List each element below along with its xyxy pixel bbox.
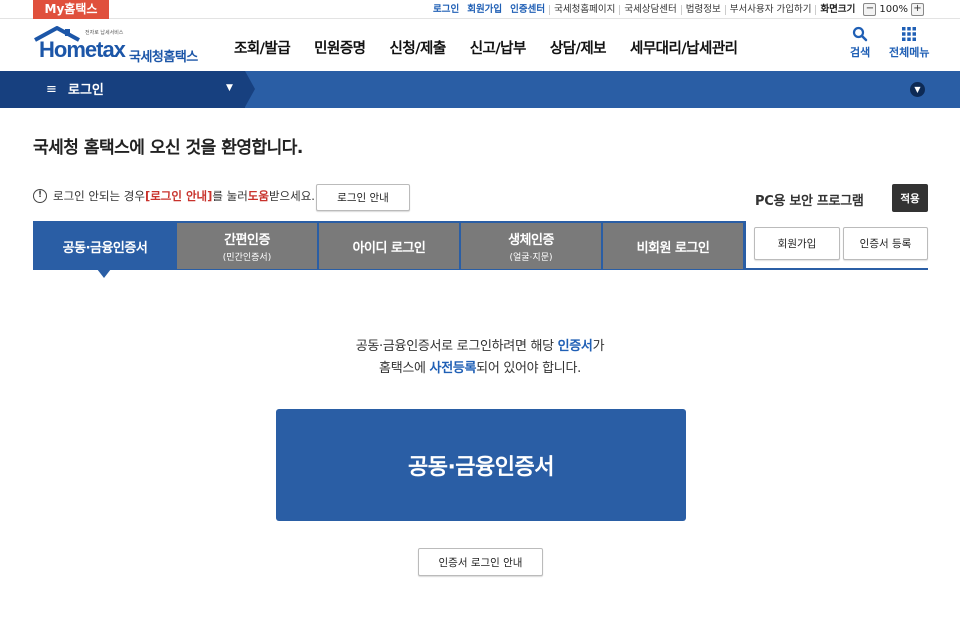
- zoom-in-button[interactable]: +: [911, 3, 924, 16]
- tab-biometric[interactable]: 생체인증 (얼굴·지문): [461, 223, 601, 269]
- header: 전자로 납세서비스 Hometax 국세청홈택스 조회/발급 민원증명 신청/제…: [0, 20, 960, 71]
- tab-label: 간편인증: [224, 233, 270, 248]
- desc-text: 공동·금융인증서로 로그인하려면 해당: [355, 339, 558, 354]
- nav-inquiry-issue[interactable]: 조회/발급: [234, 37, 291, 58]
- grid-menu-icon: [902, 27, 917, 41]
- tab-label: 공동·금융인증서: [62, 240, 148, 256]
- nav-apply-submit[interactable]: 신청/제출: [390, 37, 447, 58]
- utility-bar: My홈택스 로그인 회원가입 인증센터 국세청홈페이지 국세상담센터 법령정보 …: [0, 0, 960, 19]
- all-menu-label: 전체메뉴: [889, 46, 930, 59]
- login-help-notice: ! 로그인 안되는 경우 [로그인 안내] 를 눌러 도움 받으세요.: [33, 188, 315, 204]
- util-login-link[interactable]: 로그인: [429, 4, 463, 15]
- tab-label: 생체인증: [508, 233, 554, 248]
- search-label: 검색: [850, 46, 871, 59]
- search-button[interactable]: 검색: [850, 26, 870, 60]
- login-guide-button[interactable]: 로그인 안내: [316, 184, 410, 211]
- util-nts-home-link[interactable]: 국세청홈페이지: [549, 4, 619, 15]
- tab-simple-auth[interactable]: 간편인증 (민간인증서): [177, 223, 317, 269]
- tab-id-login[interactable]: 아이디 로그인: [319, 223, 459, 269]
- notice-text-post: 받으세요.: [268, 189, 315, 203]
- desc-highlight-cert: 인증서: [557, 339, 593, 354]
- all-menu-button[interactable]: 전체메뉴: [889, 26, 929, 60]
- util-law-info-link[interactable]: 법령정보: [680, 4, 725, 15]
- logo-tagline: 전자로 납세서비스: [85, 30, 124, 36]
- hometax-logo[interactable]: 전자로 납세서비스 Hometax 국세청홈택스: [33, 26, 203, 66]
- hamburger-icon: ≡: [46, 82, 57, 97]
- notice-login-guide-text: [로그인 안내]: [144, 189, 213, 203]
- expand-circle-icon[interactable]: ▼: [910, 82, 925, 97]
- util-join-link[interactable]: 회원가입: [463, 4, 506, 15]
- main-nav: 조회/발급 민원증명 신청/제출 신고/납부 상담/제보 세무대리/납세관리: [234, 37, 762, 58]
- desc-text: 가: [592, 339, 605, 354]
- util-cert-center-link[interactable]: 인증센터: [506, 4, 549, 15]
- nav-counsel-report[interactable]: 상담/제보: [550, 37, 607, 58]
- tab-sublabel: (얼굴·지문): [509, 253, 553, 263]
- logo-wordmark: Hometax: [39, 37, 126, 62]
- desc-text: 되어 있어야 합니다.: [476, 361, 581, 376]
- caret-down-icon: ▼: [226, 83, 233, 93]
- location-arrow-decoration: [245, 71, 255, 107]
- tab-label: 아이디 로그인: [352, 240, 426, 256]
- desc-line-2: 홈택스에 사전등록되어 있어야 합니다.: [0, 358, 960, 380]
- apply-button[interactable]: 적용: [892, 184, 928, 212]
- util-dept-user-join-link[interactable]: 부서사용자 가입하기: [724, 4, 816, 15]
- pc-security-label: PC용 보안 프로그램: [755, 194, 864, 209]
- cert-login-guide-button[interactable]: 인증서 로그인 안내: [418, 548, 543, 576]
- exclamation-icon: !: [33, 189, 47, 203]
- zoom-control: − 100% +: [863, 3, 924, 16]
- desc-highlight-preregister: 사전등록: [429, 361, 477, 376]
- notice-text-pre: 로그인 안되는 경우: [53, 189, 145, 203]
- joint-financial-cert-login-button[interactable]: 공동·금융인증서: [276, 409, 686, 521]
- nav-report-pay[interactable]: 신고/납부: [470, 37, 527, 58]
- tab-label: 비회원 로그인: [636, 240, 710, 256]
- utility-links: 로그인 회원가입 인증센터 국세청홈페이지 국세상담센터 법령정보 부서사용자 …: [429, 0, 924, 19]
- tab-underline: [746, 268, 928, 270]
- desc-line-1: 공동·금융인증서로 로그인하려면 해당 인증서가: [0, 336, 960, 358]
- page-title: 국세청 홈택스에 오신 것을 환영합니다.: [33, 138, 303, 158]
- join-button[interactable]: 회원가입: [754, 227, 840, 260]
- nav-tax-agent[interactable]: 세무대리/납세관리: [630, 37, 738, 58]
- zoom-label: 화면크기: [815, 4, 859, 15]
- login-tabs: 공동·금융인증서 간편인증 (민간인증서) 아이디 로그인 생체인증 (얼굴·지…: [35, 223, 745, 269]
- page-location-bar: ≡ 로그인 ▼ ▼: [0, 71, 960, 108]
- notice-text-mid: 를 눌러: [212, 189, 248, 203]
- location-title: 로그인: [68, 83, 104, 98]
- zoom-value: 100%: [879, 4, 908, 15]
- location-dropdown[interactable]: [0, 71, 245, 108]
- tab-sublabel: (민간인증서): [222, 253, 272, 263]
- notice-help-text: 도움: [247, 189, 269, 203]
- my-hometax-tab[interactable]: My홈택스: [33, 0, 109, 19]
- tab-nonmember-login[interactable]: 비회원 로그인: [603, 223, 743, 269]
- cert-register-button[interactable]: 인증서 등록: [843, 227, 928, 260]
- zoom-out-button[interactable]: −: [863, 3, 877, 16]
- nav-civil-cert[interactable]: 민원증명: [314, 37, 366, 58]
- active-tab-pointer: [97, 269, 111, 278]
- search-icon: [853, 26, 868, 42]
- logo-korean: 국세청홈택스: [129, 50, 198, 65]
- tab-joint-financial-cert[interactable]: 공동·금융인증서: [35, 223, 175, 269]
- util-counsel-center-link[interactable]: 국세상담센터: [619, 4, 680, 15]
- cert-description: 공동·금융인증서로 로그인하려면 해당 인증서가 홈택스에 사전등록되어 있어야…: [0, 336, 960, 380]
- desc-text: 홈택스에: [379, 361, 430, 376]
